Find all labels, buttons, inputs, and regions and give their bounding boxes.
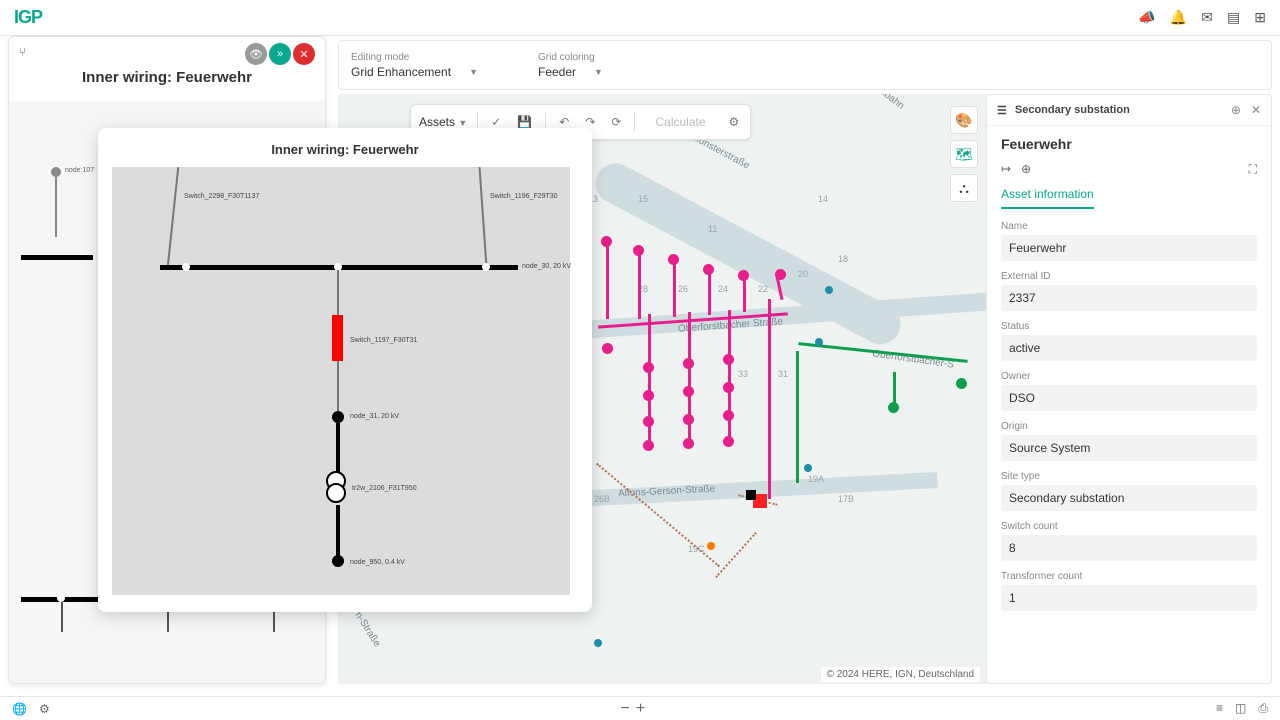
asset-type: Secondary substation (1015, 104, 1130, 116)
announce-icon[interactable]: 📣 (1138, 9, 1155, 26)
settings-icon[interactable]: ⚙ (726, 115, 743, 129)
editing-mode-label: Editing mode (351, 52, 478, 63)
field-name[interactable]: Feuerwehr (1001, 235, 1257, 261)
grid-coloring-label: Grid coloring (538, 52, 603, 63)
field-owner[interactable]: DSO (1001, 385, 1257, 411)
map-attribution: © 2024 HERE, IGN, Deutschland (821, 667, 980, 682)
calculate-button[interactable]: Calculate (645, 115, 715, 129)
zoom-out-button[interactable]: − (621, 700, 630, 718)
expand-icon[interactable]: ⛶ (1249, 162, 1257, 177)
map-view-icon[interactable]: 🗺 (950, 140, 978, 168)
chevron-down-icon: ▼ (594, 67, 603, 77)
close-icon[interactable]: ✕ (1251, 103, 1261, 117)
branch-icon: ⑂ (19, 45, 37, 63)
palette-icon[interactable]: 🎨 (950, 106, 978, 134)
mode-toolbar: Editing mode Grid Enhancement▼ Grid colo… (338, 40, 1272, 90)
top-icons: 📣 🔔 ✉ ▤ ⊞ (1138, 9, 1266, 26)
print-icon[interactable]: ⎙ (1258, 701, 1268, 716)
assets-dropdown[interactable]: Assets ▼ (419, 115, 467, 129)
zoom-in-button[interactable]: + (636, 700, 645, 718)
map-side-controls: 🎨 🗺 ⛬ (950, 106, 978, 202)
menu-icon[interactable]: ☰ (997, 104, 1007, 117)
info-tabs: Asset information (987, 187, 1271, 209)
field-external-id[interactable]: 2337 (1001, 285, 1257, 311)
field-switch-count: 8 (1001, 535, 1257, 561)
bottom-bar: 🌐 ⚙ −+ ≡ ◫ ⎙ (0, 696, 1280, 720)
gear-icon[interactable]: ⚙ (39, 702, 50, 716)
refresh-icon[interactable]: ⟳ (608, 115, 624, 129)
field-site-type[interactable]: Secondary substation (1001, 485, 1257, 511)
asset-info-panel: ☰Secondary substation ⊕✕ Feuerwehr ↦⊕ ⛶ … (986, 94, 1272, 684)
street-label: n-Straße (352, 610, 382, 649)
doc-icon[interactable]: ▤ (1227, 9, 1240, 26)
expand-button[interactable]: » (269, 43, 291, 65)
popup-title: Inner wiring: Feuerwehr (112, 142, 578, 157)
grid-coloring-select[interactable]: Grid coloring Feeder▼ (538, 52, 603, 79)
wiring-diagram[interactable]: Switch_2298_F30T1137 Switch_1196_F29T30 … (112, 167, 570, 595)
side-panel-title: Inner wiring: Feuerwehr (19, 69, 315, 86)
field-transformer-count: 1 (1001, 585, 1257, 611)
list-icon[interactable]: ≡ (1216, 701, 1223, 716)
redo-icon[interactable]: ↷ (582, 115, 598, 129)
asset-title: Feuerwehr (987, 126, 1271, 162)
bell-icon[interactable]: 🔔 (1170, 9, 1187, 26)
logo: IGP (14, 7, 42, 28)
street-label: ennbahn (869, 94, 906, 112)
globe-icon[interactable]: 🌐 (12, 702, 27, 716)
locate-icon[interactable]: ⊕ (1231, 103, 1241, 117)
close-button[interactable]: ✕ (293, 43, 315, 65)
check-icon[interactable]: ✓ (488, 115, 504, 129)
chevron-down-icon: ▼ (469, 67, 478, 77)
hierarchy-icon[interactable]: ⛬ (950, 174, 978, 202)
field-origin[interactable]: Source System (1001, 435, 1257, 461)
top-bar: IGP 📣 🔔 ✉ ▤ ⊞ (0, 0, 1280, 36)
undo-icon[interactable]: ↶ (556, 115, 572, 129)
field-status[interactable]: active (1001, 335, 1257, 361)
apps-icon[interactable]: ⊞ (1254, 9, 1266, 26)
export-icon[interactable]: ↦ (1001, 162, 1011, 177)
wiring-popup: Inner wiring: Feuerwehr Switch_2298_F30T… (98, 128, 592, 612)
add-icon[interactable]: ⊕ (1021, 162, 1031, 177)
mail-icon[interactable]: ✉ (1201, 9, 1213, 26)
visibility-button[interactable]: 👁 (245, 43, 267, 65)
save-icon[interactable]: 💾 (514, 115, 535, 129)
layers-icon[interactable]: ◫ (1235, 701, 1246, 716)
tab-asset-info[interactable]: Asset information (1001, 187, 1094, 209)
editing-mode-select[interactable]: Editing mode Grid Enhancement▼ (351, 52, 478, 79)
